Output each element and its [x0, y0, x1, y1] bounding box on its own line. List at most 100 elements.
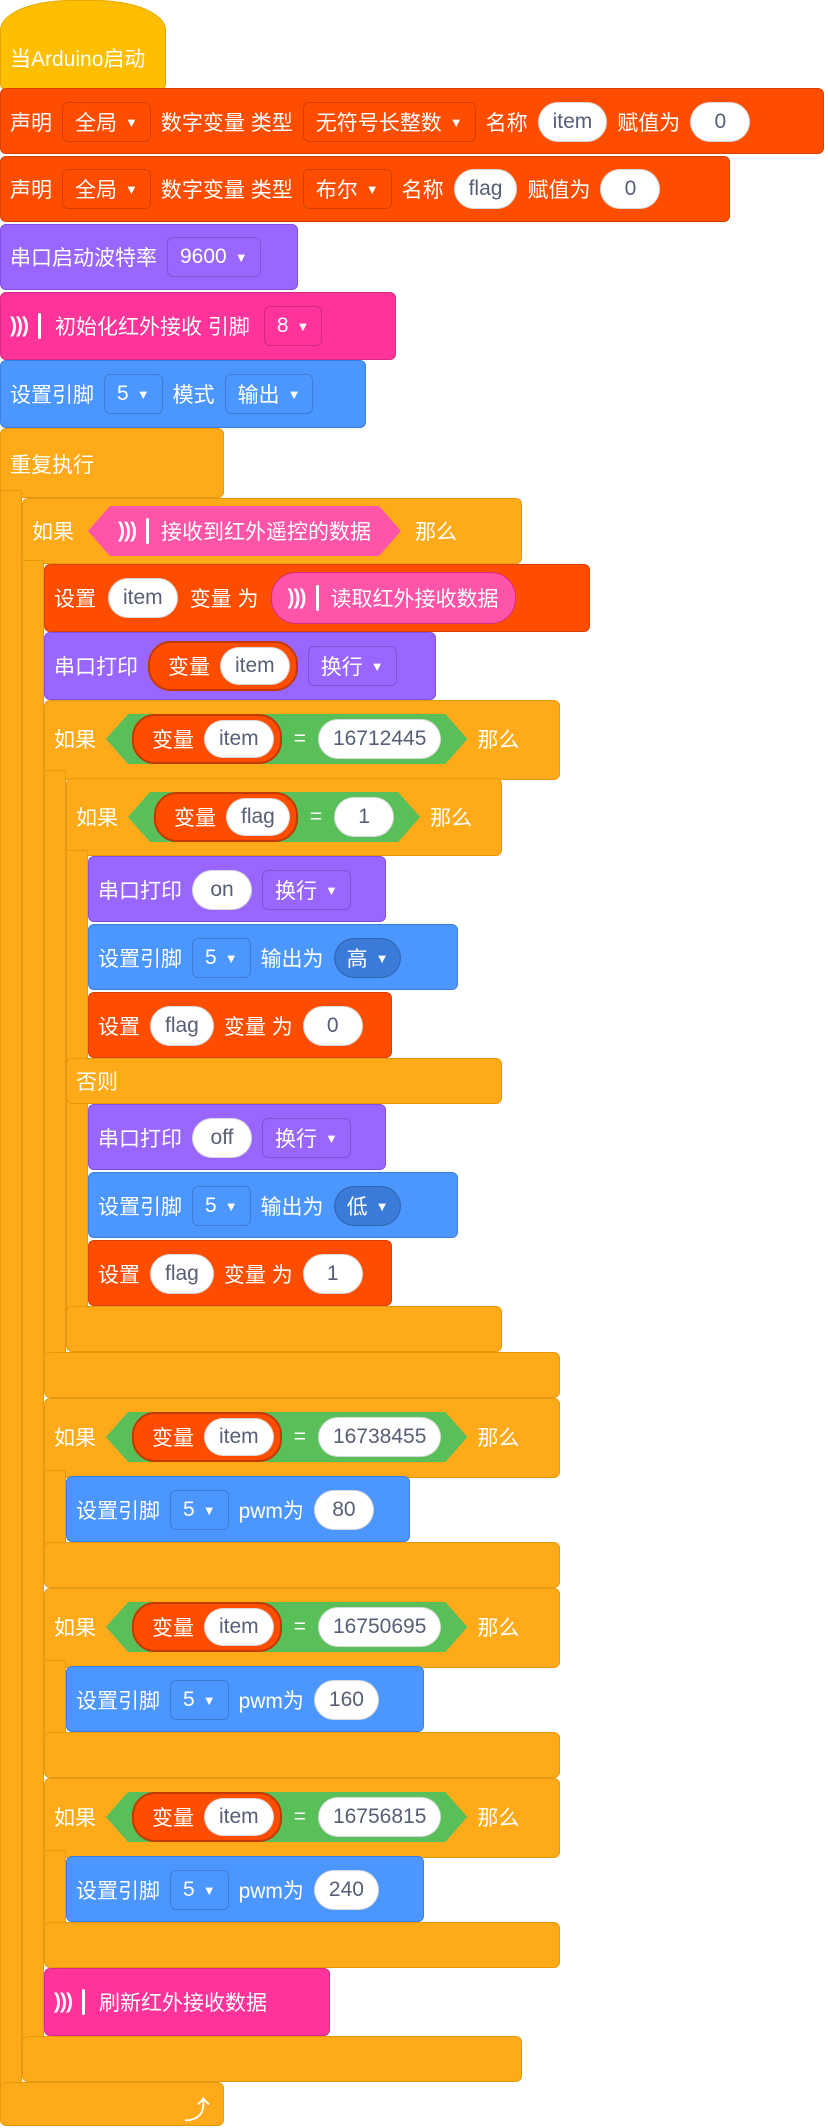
repeat-arm [0, 490, 22, 2090]
level-value: 低 [346, 1196, 368, 1219]
equals-condition[interactable]: 变量 item = 16738455 [106, 1412, 467, 1462]
if-code4-foot [44, 1922, 560, 1968]
chevron-down-icon: ▼ [296, 318, 310, 334]
init-value-input[interactable]: 0 [690, 102, 751, 142]
var-name-input[interactable]: item [220, 647, 290, 685]
mode-value: 输出 [237, 384, 280, 407]
if-flag-row: 如果 变量 flag = 1 那么 [66, 790, 482, 844]
var-label: 变量 [152, 729, 194, 752]
compare-value-input[interactable]: 1 [334, 797, 394, 837]
var-reporter[interactable]: 变量 item [132, 1412, 282, 1462]
set-pin-label: 设置引脚 [76, 1500, 160, 1523]
name-label: 名称 [485, 112, 528, 135]
var-name-input[interactable]: flag [150, 1006, 214, 1046]
var-name-input[interactable]: flag [226, 798, 290, 836]
then-label: 那么 [477, 729, 520, 752]
type-dropdown[interactable]: 布尔 ▼ [302, 169, 392, 209]
pin-value: 5 [205, 946, 217, 969]
var-name-input[interactable]: flag [150, 1254, 214, 1294]
value-input[interactable]: 0 [302, 1006, 363, 1046]
level-dropdown[interactable]: 高 ▼ [333, 938, 402, 978]
compare-value-input[interactable]: 16738455 [318, 1417, 441, 1457]
init-value-input[interactable]: 0 [600, 169, 661, 209]
var-label: 变量 [152, 1807, 194, 1830]
newline-dropdown[interactable]: 换行 ▼ [307, 646, 397, 686]
write-low-row: 设置引脚 5 ▼ 输出为 低 ▼ [88, 1178, 411, 1234]
level-dropdown[interactable]: 低 ▼ [333, 1186, 402, 1226]
equals-condition[interactable]: 变量 item = 16712445 [106, 714, 467, 764]
then-label: 那么 [477, 1617, 520, 1640]
scope-dropdown[interactable]: 全局 ▼ [62, 102, 151, 142]
print-text-input[interactable]: on [192, 870, 252, 910]
compare-value-input[interactable]: 16750695 [318, 1607, 441, 1647]
pin-value: 5 [183, 1878, 195, 1901]
type-value: 布尔 [315, 179, 358, 202]
var-reporter[interactable]: 变量 item [132, 1792, 282, 1842]
var-name-input[interactable]: item [204, 1608, 274, 1646]
set-flag1-row: 设置 flag 变量 为 1 [88, 1246, 373, 1302]
if-label: 如果 [54, 1427, 96, 1450]
declare-label: 声明 [10, 112, 52, 135]
newline-dropdown[interactable]: 换行 ▼ [262, 1118, 351, 1158]
then-label: 那么 [477, 1807, 520, 1830]
pwm-value-input[interactable]: 160 [313, 1680, 379, 1720]
pwm-value-input[interactable]: 240 [313, 1870, 379, 1910]
pin-dropdown[interactable]: 5 ▼ [192, 938, 251, 978]
pin-dropdown[interactable]: 5 ▼ [104, 374, 163, 414]
pin-dropdown[interactable]: 5 ▼ [170, 1870, 229, 1910]
read-ir-reporter[interactable]: ))) 读取红外接收数据 [270, 572, 516, 624]
var-reporter[interactable]: 变量 item [132, 714, 282, 764]
newline-value: 换行 [275, 1128, 317, 1151]
var-label: 变量 [152, 1427, 194, 1450]
pin-value: 5 [117, 382, 129, 405]
set-pin-label: 设置引脚 [76, 1690, 160, 1713]
var-name-input[interactable]: item [204, 720, 274, 758]
var-name-input[interactable]: flag [453, 169, 518, 209]
print-text-input[interactable]: off [192, 1118, 252, 1158]
chevron-down-icon: ▼ [325, 882, 338, 898]
newline-dropdown[interactable]: 换行 ▼ [262, 870, 351, 910]
assign-label: 赋值为 [527, 179, 591, 202]
chevron-down-icon: ▼ [449, 114, 463, 130]
print-off-row: 串口打印 off 换行 ▼ [88, 1110, 361, 1166]
set-item-row: 设置 item 变量 为 ))) 读取红外接收数据 [44, 570, 526, 626]
compare-value-input[interactable]: 16756815 [318, 1797, 441, 1837]
set-pin-label: 设置引脚 [98, 948, 182, 971]
then-label: 那么 [414, 521, 457, 544]
baud-dropdown[interactable]: 9600 ▼ [167, 237, 261, 277]
if-label: 如果 [76, 807, 118, 830]
serial-print-label: 串口打印 [98, 880, 182, 903]
var-reporter[interactable]: 变量 item [148, 641, 298, 691]
var-name-input[interactable]: item [108, 578, 178, 618]
var-name-input[interactable]: item [204, 1798, 274, 1836]
var-reporter[interactable]: 变量 item [132, 1602, 282, 1652]
type-dropdown[interactable]: 无符号长整数 ▼ [302, 102, 476, 142]
pwm-240-row: 设置引脚 5 ▼ pwm为 240 [66, 1862, 389, 1918]
pin-dropdown[interactable]: 5 ▼ [170, 1490, 229, 1530]
if-code3-arm [44, 1660, 66, 1740]
var-label: 变量 [174, 807, 216, 830]
pwm-value-input[interactable]: 80 [313, 1490, 374, 1530]
equals-condition[interactable]: 变量 flag = 1 [128, 792, 420, 842]
chevron-down-icon: ▼ [224, 950, 238, 966]
output-label: 输出为 [260, 948, 324, 971]
compare-value-input[interactable]: 16712445 [318, 719, 441, 759]
var-reporter[interactable]: 变量 flag [154, 792, 298, 842]
equals-condition[interactable]: 变量 item = 16750695 [106, 1602, 467, 1652]
scope-dropdown[interactable]: 全局 ▼ [62, 169, 151, 209]
equals-condition[interactable]: 变量 item = 16756815 [106, 1792, 467, 1842]
ir-init-row: ))) 初始化红外接收 引脚 8 ▼ [0, 298, 332, 354]
chevron-down-icon: ▼ [136, 386, 150, 402]
pin-dropdown[interactable]: 5 ▼ [192, 1186, 251, 1226]
value-input[interactable]: 1 [302, 1254, 363, 1294]
as-label: 变量 为 [223, 1016, 293, 1039]
var-name-input[interactable]: item [537, 102, 608, 142]
pwm-80-row: 设置引脚 5 ▼ pwm为 80 [66, 1482, 384, 1538]
ir-pin-dropdown[interactable]: 8 ▼ [263, 306, 323, 346]
mode-dropdown[interactable]: 输出 ▼ [224, 374, 314, 414]
chevron-down-icon: ▼ [287, 386, 301, 402]
ir-received-condition[interactable]: ))) 接收到红外遥控的数据 [88, 506, 401, 556]
pin-dropdown[interactable]: 5 ▼ [170, 1680, 229, 1720]
var-name-input[interactable]: item [204, 1418, 274, 1456]
level-value: 高 [346, 948, 368, 971]
